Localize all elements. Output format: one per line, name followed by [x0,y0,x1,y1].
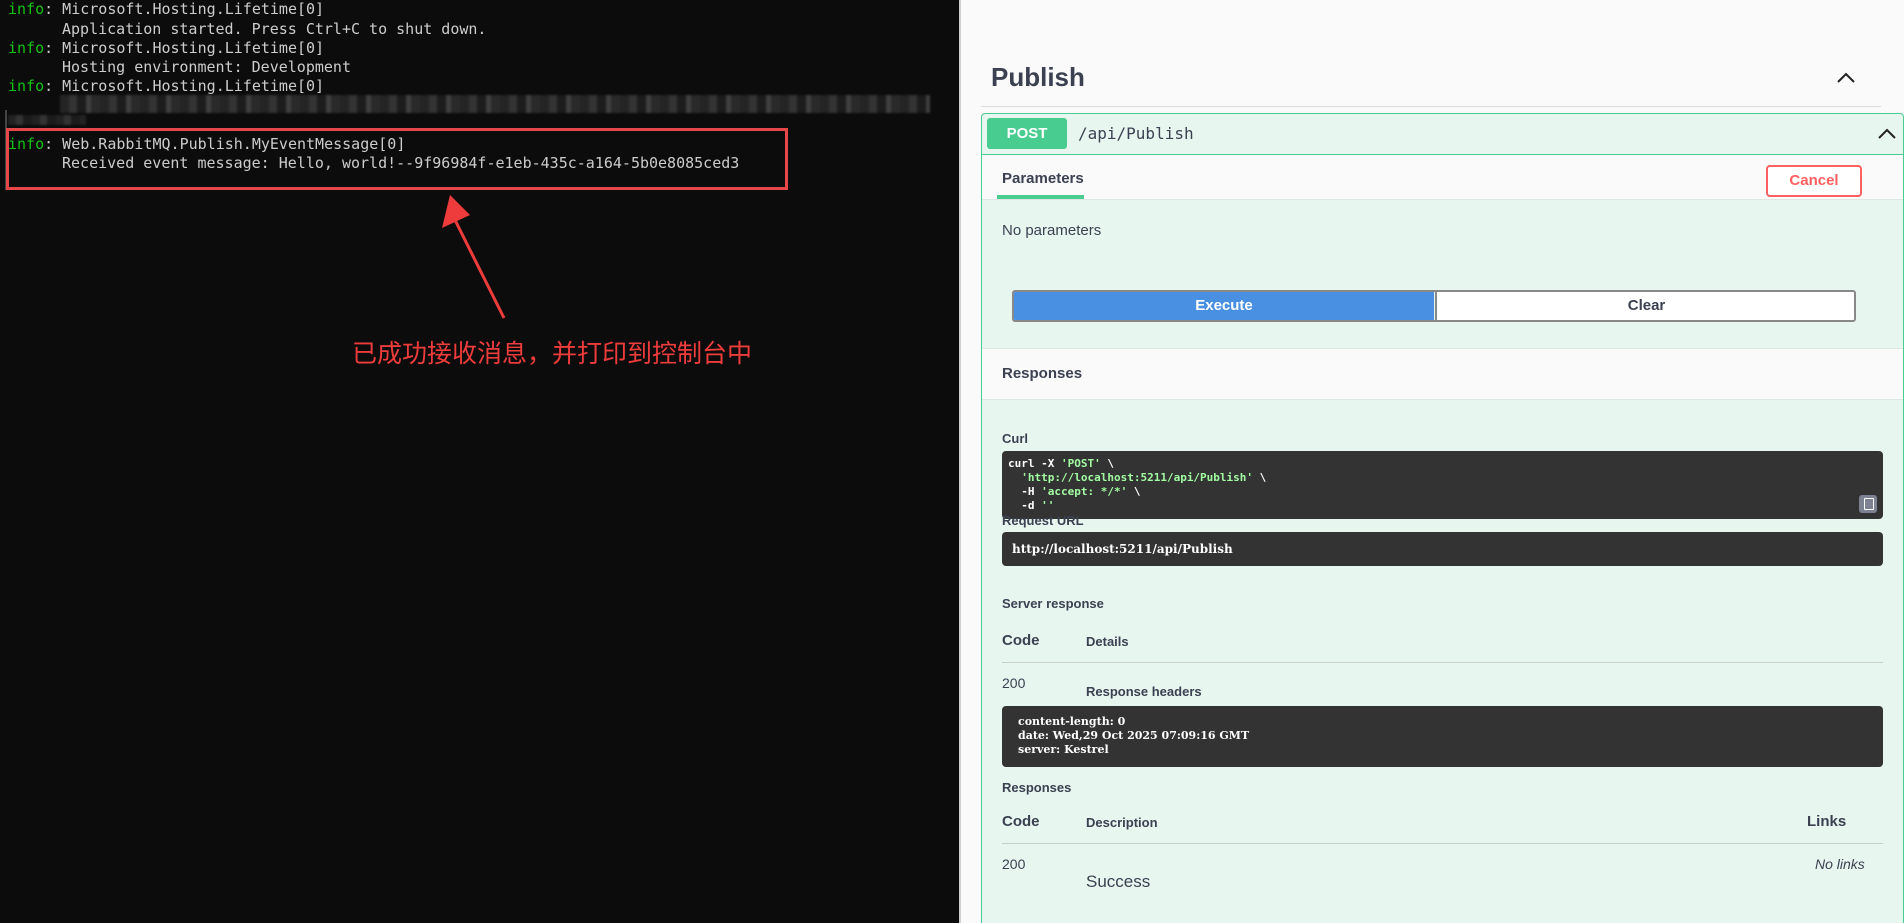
curl-text: -H [1021,485,1042,498]
description-column-header: Description [1086,815,1158,830]
curl-text: '' [1041,499,1055,512]
execute-button[interactable]: Execute [1014,292,1434,320]
tag-section-header[interactable] [981,58,1881,107]
response-headers-label: Response headers [1086,684,1202,699]
curl-text: 'http://localhost:5211/api/Publish' [1021,471,1254,484]
curl-text: 'accept: */*' [1041,485,1128,498]
request-url-label: Request URL [1002,513,1084,528]
response-links: No links [1815,856,1865,872]
method-badge: POST [987,118,1067,149]
curl-text: 'POST' [1060,457,1101,470]
log-level: info [8,39,45,57]
curl-label: Curl [1002,431,1028,446]
terminal-window: info: Microsoft.Hosting.Lifetime[0] Appl… [0,0,959,923]
responses-label: Responses [1002,780,1072,795]
tag-title[interactable]: Publish [991,62,1085,93]
curl-text: \ [1100,457,1114,470]
log-source: : Microsoft.Hosting.Lifetime[0] [44,0,325,18]
log-source: : Microsoft.Hosting.Lifetime[0] [44,39,325,57]
response-header-line: content-length: 0 [1018,715,1126,728]
curl-text: -d [1021,499,1042,512]
response-code: 200 [1002,856,1026,872]
annotation-text: 已成功接收消息，并打印到控制台中 [352,339,753,368]
response-headers-block: content-length: 0 date: Wed,29 Oct 2025 0… [1002,706,1883,767]
links-column-header: Links [1807,813,1847,830]
redacted-text [8,115,86,125]
log-level: info [8,0,45,18]
log-source: : Microsoft.Hosting.Lifetime[0] [44,77,325,95]
operation-block: POST /api/Publish Parameters Cancel No p… [981,113,1904,923]
cancel-button[interactable]: Cancel [1766,165,1862,197]
response-header-line: date: Wed,29 Oct 2025 07:09:16 GMT [1018,729,1250,742]
tab-underline [997,195,1084,199]
log-line: info: Microsoft.Hosting.Lifetime[0] [8,77,324,96]
log-line: info: Microsoft.Hosting.Lifetime[0] [8,39,324,58]
swagger-panel: Publish POST /api/Publish Parameters Can… [961,0,1904,923]
highlight-box [6,128,788,190]
server-response-code: 200 [1002,675,1026,691]
copy-icon[interactable] [1859,495,1877,513]
clear-button[interactable]: Clear [1435,292,1854,320]
curl-text: \ [1127,485,1141,498]
curl-text: \ [1253,471,1267,484]
log-line: info: Microsoft.Hosting.Lifetime[0] [8,0,324,19]
table-divider [1002,662,1883,663]
redacted-text [60,95,930,113]
curl-text: curl -X [1008,457,1061,470]
log-message: Hosting environment: Development [62,58,351,76]
server-response-label: Server response [1002,596,1104,611]
responses-title: Responses [1002,365,1083,382]
request-url-value: http://localhost:5211/api/Publish [1002,532,1883,566]
code-column-header: Code [1002,632,1040,649]
table-divider [1002,843,1883,844]
chevron-up-icon[interactable] [1836,70,1856,84]
log-message: Application started. Press Ctrl+C to shu… [62,20,487,38]
tab-parameters[interactable]: Parameters [1002,170,1084,187]
execute-wrapper: Execute Clear [1012,290,1856,322]
responses-header: Responses [982,348,1903,400]
operation-path: /api/Publish [1078,124,1194,143]
parameters-header: Parameters [982,155,1903,200]
log-level: info [8,77,45,95]
chevron-up-icon[interactable] [1877,126,1897,140]
annotation-arrow-icon [442,195,506,319]
response-header-line: server: Kestrel [1018,743,1109,756]
curl-code-block: curl -X 'POST' \ 'http://localhost:5211/… [1002,451,1883,519]
code-column-header: Code [1002,813,1040,830]
details-column-header: Details [1086,634,1129,649]
response-description: Success [1086,872,1151,891]
no-parameters-text: No parameters [1002,222,1102,239]
operation-summary[interactable]: POST /api/Publish [982,114,1903,155]
